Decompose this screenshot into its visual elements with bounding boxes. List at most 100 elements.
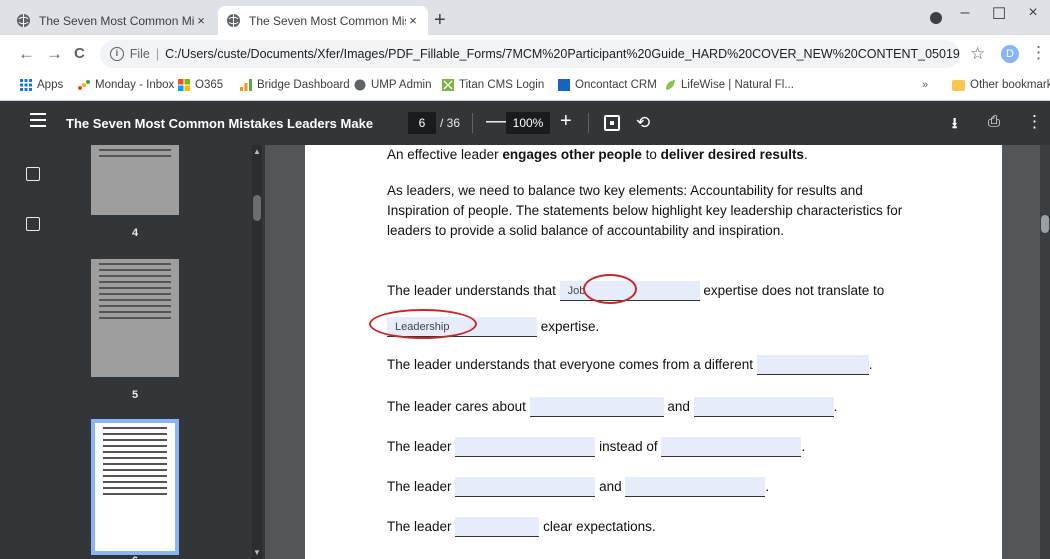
document-scrollbar[interactable] [1040,145,1050,559]
bookmark-titan-cms[interactable]: Titan CMS Login [442,79,544,91]
bookmarks-bar: Apps Monday - Inbox O365 Bridge Dashboar… [0,73,1050,101]
page-total: / 36 [440,116,461,130]
profile-avatar[interactable]: D [1001,45,1019,63]
bookmark-label: UMP Admin [371,79,432,91]
close-window-button[interactable]: × [1018,4,1048,22]
statement-3: The leader understands that everyone com… [387,355,873,376]
forward-button[interactable]: → [46,44,63,64]
scroll-down-icon[interactable]: ▼ [253,548,261,557]
address-bar[interactable]: i File | C:/Users/custe/Documents/Xfer/I… [100,40,960,68]
intro-line: An effective leader engages other people… [387,147,808,162]
office-icon [178,79,190,91]
thumbnail-page-number: 5 [131,389,139,401]
bookmark-label: Titan CMS Login [459,79,545,91]
form-field-blank[interactable] [693,397,834,418]
statement-7: The leader clear expectations. [387,517,656,538]
zoom-out-button[interactable]: — [486,110,506,133]
toolbar-divider [588,113,589,133]
sidebar-rail [0,145,65,559]
globe-icon [354,79,366,91]
bookmark-star-icon[interactable]: ☆ [970,44,985,64]
bookmark-label: Monday - Inbox [95,79,175,91]
page-thumbnail[interactable] [91,259,179,377]
url-scheme: File [129,47,150,61]
bookmark-label: LifeWise | Natural Fl... [681,79,794,91]
bookmark-monday-inbox[interactable]: Monday - Inbox [78,79,174,91]
thumbnails-view-icon[interactable] [26,167,40,181]
zoom-in-button[interactable]: + [560,110,572,133]
document-viewport: An effective leader engages other people… [265,145,1050,559]
thumbnail-page-number: 6 [91,555,179,559]
other-bookmarks-label: Other bookmarks [970,79,1050,91]
other-bookmarks-folder[interactable]: Other bookmarks [952,79,1050,91]
leaf-icon [666,80,675,90]
thumbnail-scrollbar[interactable]: ▲ ▼ [252,145,262,559]
form-field-blank[interactable] [455,477,596,498]
tab-close-icon[interactable]: × [194,13,208,28]
maximize-button[interactable]: ☐ [984,4,1014,24]
zoom-level-input[interactable]: 100% [506,112,550,134]
toolbar-divider [472,113,473,133]
tab-title: The Seven Most Common Mistak [39,13,194,28]
globe-icon [16,13,31,28]
download-icon[interactable]: ⭳ [952,113,957,138]
media-indicator-icon[interactable] [930,12,942,24]
menu-icon[interactable] [30,113,46,131]
form-field-blank[interactable] [625,477,766,498]
page-number-input[interactable]: 6 [408,112,436,134]
pdf-toolbar: The Seven Most Common Mistakes Leaders M… [0,101,1050,145]
bookmark-o365[interactable]: O365 [178,79,223,91]
bookmark-oncontact-crm[interactable]: Oncontact CRM [558,79,657,91]
fit-page-icon[interactable] [604,115,620,131]
print-icon[interactable]: ⎙ [988,113,1000,130]
bookmark-bridge-dashboard[interactable]: Bridge Dashboard [240,79,350,91]
page-thumbnail[interactable] [91,145,179,215]
info-icon[interactable]: i [110,47,124,61]
chart-icon [240,79,252,91]
thumbnail-page-number: 4 [131,227,139,239]
bookmark-label: O365 [195,79,224,91]
reload-button[interactable]: C [74,44,85,64]
folder-icon [952,79,965,91]
scrollbar-thumb[interactable] [1041,215,1049,233]
form-field-blank[interactable] [455,437,596,458]
monday-icon [78,80,90,90]
bookmark-apps[interactable]: Apps [20,79,63,91]
url-separator: | [155,47,160,61]
url-text[interactable]: C:/Users/custe/Documents/Xfer/Images/PDF… [165,47,960,61]
pdf-page: An effective leader engages other people… [305,145,1002,559]
new-tab-button[interactable]: + [434,10,446,30]
scrollbar-thumb[interactable] [253,195,261,221]
tab-strip: The Seven Most Common Mistak × The Seven… [0,0,1050,35]
bookmark-label: Oncontact CRM [575,79,657,91]
body-paragraph: As leaders, we need to balance two key e… [387,183,903,238]
scroll-up-icon[interactable]: ▲ [253,147,261,156]
statement-6: The leader and . [387,477,769,498]
rotate-icon[interactable]: ⟲ [636,113,650,133]
bookmark-ump-admin[interactable]: UMP Admin [354,79,432,91]
chrome-menu-icon[interactable]: ⋮ [1030,43,1047,63]
tab-title: The Seven Most Common Mistak [249,13,406,28]
document-title: The Seven Most Common Mistakes Leaders M… [66,116,374,131]
tab-2-active[interactable]: The Seven Most Common Mistak × [218,6,428,35]
oncontact-icon [558,79,570,91]
form-field-blank[interactable] [661,437,802,458]
form-field-blank[interactable] [756,355,869,376]
statement-5: The leader instead of . [387,437,805,458]
back-button[interactable]: ← [18,44,35,64]
more-actions-icon[interactable]: ⋮ [1026,112,1043,132]
form-field-blank[interactable] [529,397,664,418]
bookmark-lifewise[interactable]: LifeWise | Natural Fl... [664,79,794,91]
tab-close-icon[interactable]: × [406,13,420,28]
minimize-button[interactable]: – [950,4,980,22]
form-field-blank[interactable] [455,517,540,538]
navigation-bar: ← → C i File | C:/Users/custe/Documents/… [0,35,1050,73]
bookmarks-overflow-icon[interactable]: » [922,79,928,91]
titan-icon [442,79,454,91]
tab-1[interactable]: The Seven Most Common Mistak × [8,6,216,35]
statement-4: The leader cares about and . [387,397,837,418]
annotation-circle-job [583,274,637,304]
page-thumbnail-selected[interactable] [91,419,179,555]
outline-view-icon[interactable] [26,217,40,231]
thumbnail-pane: 4 5 6 ▲ ▼ [65,145,265,559]
